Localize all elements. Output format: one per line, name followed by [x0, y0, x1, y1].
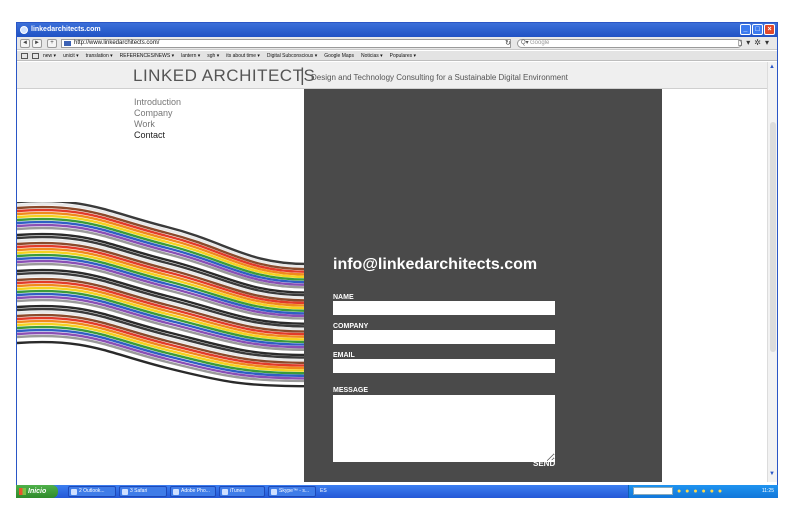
search-input[interactable]: Q▾ Google: [517, 39, 742, 48]
nav-item-company[interactable]: Company: [134, 108, 181, 119]
close-button[interactable]: ×: [764, 24, 775, 35]
vertical-scrollbar[interactable]: ▲ ▼: [767, 62, 777, 482]
company-field[interactable]: [333, 330, 555, 344]
task-label: iTunes: [230, 488, 245, 494]
page-content: LINKED ARCHITECTS | Design and Technolog…: [17, 62, 767, 482]
maximize-button[interactable]: □: [752, 24, 763, 35]
bookmark-item[interactable]: translation ▾: [86, 51, 113, 60]
outlook-icon: [71, 489, 77, 495]
clock: 11:25: [761, 488, 774, 494]
nav-item-contact[interactable]: Contact: [134, 130, 181, 141]
task-label: 2 Outlook...: [79, 488, 105, 494]
bookmark-item[interactable]: sgh ▾: [207, 51, 219, 60]
task-label: Adobe Pho...: [181, 488, 210, 494]
search-icon: Q▾: [521, 40, 529, 46]
address-bar[interactable]: http://www.linkedarchitects.com/: [61, 39, 511, 48]
bookmark-item[interactable]: REFERENCES/NEWS ▾: [120, 51, 174, 60]
window-title: linkedarchitects.com: [31, 26, 101, 33]
itunes-icon: [222, 489, 228, 495]
bookmarks-bar: new ▾ unicit ▾ translation ▾ REFERENCES/…: [17, 51, 777, 61]
task-label: 3 Safari: [130, 488, 148, 494]
reload-button[interactable]: ↻: [505, 39, 511, 48]
bookmark-item[interactable]: new ▾: [43, 51, 56, 60]
bookmark-item[interactable]: Google Maps: [324, 51, 354, 60]
taskbar-item-itunes[interactable]: iTunes: [219, 486, 265, 497]
bookmark-item[interactable]: Digital Subconscious ▾: [267, 51, 317, 60]
scroll-up-icon[interactable]: ▲: [769, 64, 775, 70]
bookmark-item[interactable]: Noticias ▾: [361, 51, 383, 60]
browser-toolbar: ◄ ► + http://www.linkedarchitects.com/ ↻…: [17, 37, 777, 50]
start-label: Inicio: [28, 488, 47, 495]
back-button[interactable]: ◄: [20, 39, 30, 48]
message-label: MESSAGE: [333, 387, 369, 394]
scroll-thumb[interactable]: [770, 122, 776, 352]
site-tagline: Design and Technology Consulting for a S…: [311, 73, 568, 82]
scroll-down-icon[interactable]: ▼: [769, 471, 775, 477]
gear-icon[interactable]: ✲▾: [754, 38, 773, 47]
site-header: LINKED ARCHITECTS | Design and Technolog…: [17, 62, 767, 89]
email-field[interactable]: [333, 359, 555, 373]
language-indicator[interactable]: ES: [320, 486, 327, 497]
send-button[interactable]: SEND: [533, 459, 555, 468]
bookmark-item[interactable]: Populares ▾: [390, 51, 416, 60]
title-bar[interactable]: linkedarchitects.com _ □ ×: [17, 23, 777, 37]
taskbar-item-skype[interactable]: Skype™ - s...: [268, 486, 316, 497]
ribbon-cable-image: [17, 202, 307, 388]
address-text: http://www.linkedarchitects.com/: [74, 40, 160, 46]
task-label: Skype™ - s...: [279, 488, 310, 494]
book-icon[interactable]: [21, 53, 28, 59]
tray-icons[interactable]: ● ● ● ● ● ●: [677, 486, 723, 497]
page-icon[interactable]: ▯▾: [738, 38, 754, 47]
forward-button[interactable]: ►: [32, 39, 42, 48]
contact-panel: info@linkedarchitects.com NAME COMPANY E…: [304, 89, 662, 482]
taskbar-item-safari[interactable]: 3 Safari: [119, 486, 167, 497]
start-button[interactable]: Inicio: [16, 485, 58, 498]
bookmark-item[interactable]: lantern ▾: [181, 51, 200, 60]
bookmark-item[interactable]: unicit ▾: [63, 51, 79, 60]
contact-email[interactable]: info@linkedarchitects.com: [333, 256, 537, 274]
nav-item-work[interactable]: Work: [134, 119, 181, 130]
photoshop-icon: [173, 489, 179, 495]
system-tray: ● ● ● ● ● ● 11:25: [628, 485, 778, 498]
grid-icon[interactable]: [32, 53, 39, 59]
taskbar-item-outlook[interactable]: 2 Outlook...: [68, 486, 116, 497]
favicon-icon: [64, 41, 71, 46]
browser-window: linkedarchitects.com _ □ × ◄ ► + http://…: [16, 22, 778, 497]
tray-search-input[interactable]: [633, 487, 673, 495]
site-nav: Introduction Company Work Contact: [134, 97, 181, 141]
taskbar: Inicio 2 Outlook... 3 Safari Adobe Pho..…: [16, 485, 778, 498]
email-label: EMAIL: [333, 352, 355, 359]
name-label: NAME: [333, 294, 354, 301]
minimize-button[interactable]: _: [740, 24, 751, 35]
nav-item-introduction[interactable]: Introduction: [134, 97, 181, 108]
skype-icon: [271, 489, 277, 495]
site-title[interactable]: LINKED ARCHITECTS: [133, 66, 315, 86]
add-bookmark-button[interactable]: +: [47, 39, 57, 48]
title-separator: |: [300, 65, 305, 85]
safari-icon: [122, 489, 128, 495]
bookmark-item[interactable]: its about time ▾: [226, 51, 260, 60]
taskbar-item-photoshop[interactable]: Adobe Pho...: [170, 486, 216, 497]
search-placeholder: Google: [530, 40, 550, 46]
windows-flag-icon: [19, 488, 26, 495]
name-field[interactable]: [333, 301, 555, 315]
company-label: COMPANY: [333, 323, 369, 330]
message-field[interactable]: [333, 395, 555, 462]
browser-icon: [20, 26, 28, 34]
desktop: linkedarchitects.com _ □ × ◄ ► + http://…: [0, 0, 793, 529]
